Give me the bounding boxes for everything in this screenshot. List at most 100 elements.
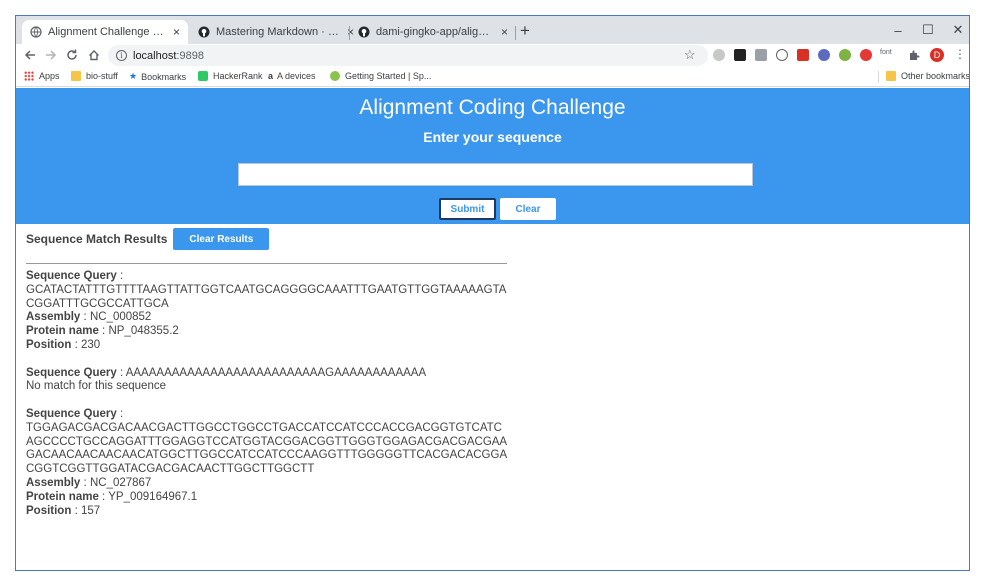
new-tab-button[interactable]: + (520, 21, 530, 41)
results-header: Sequence Match Results Clear Results (26, 228, 270, 250)
tab-alignment-challenge[interactable]: Alignment Challenge by Dami × (22, 20, 188, 44)
forward-icon[interactable] (43, 46, 59, 64)
bookmark-other[interactable]: Other bookmarks (886, 71, 970, 81)
folder-icon (886, 71, 896, 81)
globe-icon (30, 26, 42, 38)
separator: : (71, 338, 81, 351)
query-row: Sequence Query : (26, 408, 516, 422)
extension-circle-icon[interactable] (776, 49, 788, 61)
extension-reader-icon[interactable] (755, 49, 767, 61)
extension-green-icon[interactable] (839, 49, 851, 61)
position-value: 230 (80, 338, 101, 351)
protein-row: Protein name : YP_009164967.1 (26, 491, 516, 505)
extension-mail-icon[interactable] (797, 49, 809, 61)
protein-label: Protein name (26, 325, 99, 338)
query-label: Sequence Query (26, 366, 117, 379)
clear-button[interactable]: Clear (500, 198, 556, 220)
query-sequence: GCATACTATTTGTTTTAAGTTATTGGTCAATGCAGGGGCA… (26, 283, 507, 310)
site-info-icon[interactable]: i (116, 50, 127, 61)
assembly-label: Assembly (26, 311, 81, 324)
tab-github-repo[interactable]: dami-gingko-app/alignment × (350, 20, 516, 44)
browser-toolbar: i localhost:9898 ☆ font D ⋮ (16, 44, 969, 67)
sequence-input[interactable] (238, 163, 753, 186)
extension-opera-icon[interactable] (860, 49, 872, 61)
tab-mastering-markdown[interactable]: Mastering Markdown · GitHub G × (190, 20, 362, 44)
close-window-button[interactable]: ✕ (942, 16, 969, 44)
bookmark-label: Other bookmarks (901, 71, 970, 81)
results-list: Sequence Query : GCATACTATTTGTTTTAAGTTAT… (26, 270, 516, 532)
assembly-value: NC_000852 (89, 311, 152, 324)
extension-font-icon[interactable]: font (880, 49, 892, 56)
results-title: Sequence Match Results (26, 232, 168, 246)
github-icon (358, 26, 370, 38)
apps-grid-icon (24, 71, 34, 81)
assembly-row: Assembly : NC_000852 (26, 311, 516, 325)
maximize-button[interactable]: ☐ (912, 16, 944, 44)
position-label: Position (26, 338, 72, 351)
bookmark-getting-started[interactable]: Getting Started | Sp... (330, 71, 431, 81)
position-row: Position : 230 (26, 339, 516, 353)
position-row: Position : 157 (26, 505, 516, 519)
separator: : (116, 407, 124, 420)
home-icon[interactable] (86, 46, 102, 64)
assembly-value: NC_027867 (89, 476, 152, 489)
position-label: Position (26, 504, 72, 517)
assembly-row: Assembly : NC_027867 (26, 477, 516, 491)
bookmark-label: Apps (39, 71, 60, 81)
bookmark-label: A devices (277, 71, 316, 81)
query-row: Sequence Query : (26, 270, 516, 284)
bookmark-label: Bookmarks (141, 71, 187, 82)
address-bar[interactable]: i localhost:9898 (108, 45, 708, 66)
tab-title: Alignment Challenge by Dami (48, 26, 167, 38)
extension-check-icon[interactable] (818, 49, 830, 61)
separator: : (71, 504, 81, 517)
bookmark-apps[interactable]: Apps (24, 71, 60, 81)
bookmark-label: HackerRank (213, 71, 263, 81)
reload-icon[interactable] (64, 46, 80, 64)
result-item: Sequence Query : AAAAAAAAAAAAAAAAAAAAAAA… (26, 367, 516, 395)
star-icon: ★ (129, 71, 138, 81)
bookmark-label: bio-stuff (86, 71, 118, 81)
result-item: Sequence Query : GCATACTATTTGTTTTAAGTTAT… (26, 270, 516, 353)
bookmark-bookmarks[interactable]: ★ Bookmarks (129, 71, 186, 82)
folder-icon (71, 71, 81, 81)
divider (26, 263, 507, 264)
query-label: Sequence Query (26, 270, 117, 282)
query-sequence: AAAAAAAAAAAAAAAAAAAAAAAAAAGAAAAAAAAAAAA (125, 366, 427, 379)
protein-row: Protein name : NP_048355.2 (26, 325, 516, 339)
profile-avatar[interactable]: D (930, 48, 944, 62)
tab-title: dami-gingko-app/alignment (376, 26, 495, 38)
query-label: Sequence Query (26, 407, 117, 420)
separator: : (80, 476, 90, 489)
bookmark-star-icon[interactable]: ☆ (684, 47, 696, 63)
bookmarks-divider (878, 71, 879, 83)
tab-title: Mastering Markdown · GitHub G (216, 26, 341, 38)
github-icon (198, 26, 210, 38)
clear-results-button[interactable]: Clear Results (173, 228, 270, 250)
page-content: Alignment Coding Challenge Enter your se… (16, 88, 969, 570)
extension-jb-icon[interactable] (734, 49, 746, 61)
spring-icon (330, 71, 340, 81)
close-tab-icon[interactable]: × (173, 25, 180, 39)
page-title: Alignment Coding Challenge (359, 96, 626, 119)
protein-value: YP_009164967.1 (108, 490, 198, 503)
bookmark-hackerrank[interactable]: HackerRank (198, 71, 263, 81)
bookmark-label: Getting Started | Sp... (345, 71, 432, 81)
url-host: localhost (133, 49, 177, 62)
result-item: Sequence Query : TGGAGACGACGACAACGACTTGG… (26, 408, 516, 518)
submit-button[interactable]: Submit (439, 198, 496, 220)
bookmark-a-devices[interactable]: a A devices (268, 71, 316, 81)
protein-value: NP_048355.2 (108, 325, 179, 338)
menu-kebab-icon[interactable]: ⋮ (954, 47, 966, 61)
tab-separator (515, 26, 516, 40)
back-icon[interactable] (22, 46, 38, 64)
amazon-icon: a (268, 71, 274, 81)
extensions-puzzle-icon[interactable] (906, 46, 922, 64)
minimize-button[interactable]: – (882, 16, 914, 44)
close-tab-icon[interactable]: × (501, 25, 508, 39)
url-port: :9898 (176, 49, 204, 62)
bookmark-bio-stuff[interactable]: bio-stuff (71, 71, 118, 81)
extension-gray-icon[interactable] (713, 49, 725, 61)
position-value: 157 (80, 504, 101, 517)
bookmarks-bar: Apps bio-stuff ★ Bookmarks HackerRank a … (16, 67, 969, 87)
